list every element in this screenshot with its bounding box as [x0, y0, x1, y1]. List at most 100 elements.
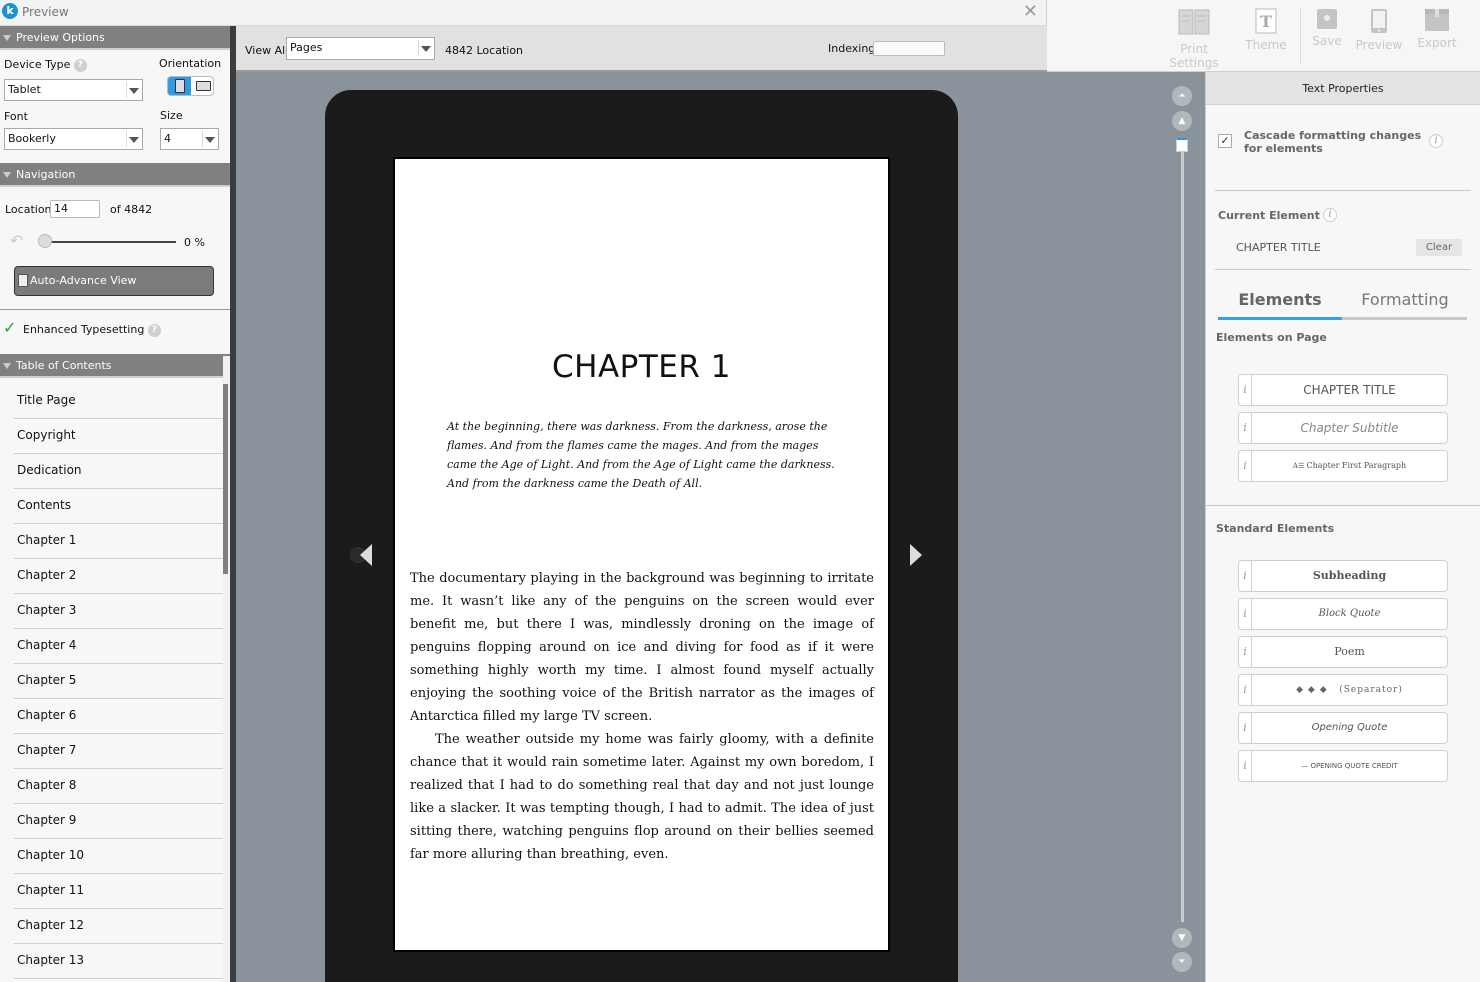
help-icon[interactable]: ? [147, 323, 161, 337]
toc-scrollbar-thumb[interactable] [223, 384, 228, 574]
cascade-checkbox[interactable]: ✓ [1218, 134, 1232, 148]
element-opening-quote-credit-button[interactable]: i — OPENING QUOTE CREDIT [1238, 750, 1448, 782]
scroll-down-button[interactable]: ▼ [1172, 928, 1192, 948]
theme-button[interactable]: T Theme [1243, 8, 1289, 52]
chapter-title[interactable]: CHAPTER 1 [395, 349, 888, 385]
window-title: Preview [22, 5, 69, 19]
toc-item[interactable]: Chapter 2 [14, 559, 223, 594]
section-title: Preview Options [16, 31, 105, 44]
export-button[interactable]: Export [1415, 8, 1459, 50]
toc-item[interactable]: Chapter 4 [14, 629, 223, 664]
element-opening-quote-button[interactable]: i Opening Quote [1238, 712, 1448, 744]
element-chapter-first-paragraph-button[interactable]: i A☰ Chapter First Paragraph [1238, 450, 1448, 482]
preview-button[interactable]: Preview [1354, 8, 1404, 52]
font-label: Font [4, 110, 28, 123]
element-poem-button[interactable]: i Poem [1238, 636, 1448, 668]
scroll-top-button[interactable]: ⏶ [1172, 86, 1192, 106]
element-block-quote-button[interactable]: i Block Quote [1238, 598, 1448, 630]
info-icon: i [1239, 751, 1252, 781]
navigation-header[interactable]: Navigation [0, 163, 230, 187]
toc-item[interactable]: Chapter 7 [14, 734, 223, 769]
toc-item[interactable]: Chapter 3 [14, 594, 223, 629]
section-title: Table of Contents [16, 359, 112, 372]
current-element-value: CHAPTER TITLE [1236, 241, 1321, 254]
standard-elements-label: Standard Elements [1216, 522, 1335, 535]
toc-item[interactable]: Contents [14, 489, 223, 524]
toc-item[interactable]: Chapter 6 [14, 699, 223, 734]
scroll-bottom-button[interactable]: ⏷ [1172, 952, 1192, 972]
info-icon: i [1239, 451, 1252, 481]
info-icon[interactable]: i [1429, 134, 1443, 148]
current-element-label: Current Element [1218, 209, 1320, 222]
toc-item[interactable]: Chapter 10 [14, 839, 223, 874]
element-chapter-title-button[interactable]: i CHAPTER TITLE [1238, 374, 1448, 406]
info-icon: i [1239, 599, 1252, 629]
preview-label: Preview [1355, 38, 1403, 52]
view-mode-select[interactable]: Pages [286, 37, 435, 60]
scroll-track[interactable] [1181, 144, 1184, 922]
device-type-select[interactable]: Tablet [4, 79, 143, 101]
preview-options-header[interactable]: Preview Options [0, 26, 230, 50]
undo-icon[interactable]: ↶ [10, 231, 23, 250]
element-subheading-button[interactable]: i Subheading [1238, 560, 1448, 592]
toc-item[interactable]: Copyright [14, 419, 223, 454]
toc-item[interactable]: Chapter 8 [14, 769, 223, 804]
divider [1215, 269, 1471, 270]
element-label: Poem [1334, 645, 1365, 658]
element-label: Subheading [1312, 569, 1387, 582]
cascade-label: Cascade formatting changes for elements [1244, 129, 1422, 155]
location-total: of 4842 [110, 203, 153, 216]
info-icon: i [1239, 713, 1252, 743]
close-icon[interactable]: ✕ [1023, 1, 1038, 22]
book-page: CHAPTER 1 At the beginning, there was da… [393, 157, 890, 952]
toc-item[interactable]: Title Page [14, 384, 223, 419]
view-mode-value: Pages [290, 41, 323, 54]
scroll-thumb[interactable] [1176, 138, 1188, 152]
element-label: — OPENING QUOTE CREDIT [1301, 762, 1398, 770]
previous-page-icon[interactable] [360, 544, 372, 566]
toc-item[interactable]: Chapter 12 [14, 909, 223, 944]
toc-item[interactable]: Chapter 1 [14, 524, 223, 559]
toc-item[interactable]: Chapter 11 [14, 874, 223, 909]
element-label: Chapter Subtitle [1300, 421, 1399, 435]
element-chapter-subtitle-button[interactable]: i Chapter Subtitle [1238, 412, 1448, 444]
toc-item[interactable]: Chapter 9 [14, 804, 223, 839]
progress-slider-knob[interactable] [38, 234, 52, 248]
theme-label: Theme [1245, 38, 1287, 52]
location-input[interactable]: 14 [50, 200, 100, 218]
element-label: Chapter First Paragraph [1306, 461, 1407, 470]
size-select[interactable]: 4 [160, 128, 219, 150]
device-type-label: Device Type ? [4, 58, 87, 72]
info-icon: i [1239, 675, 1252, 705]
font-select[interactable]: Bookerly [4, 128, 143, 150]
paragraph[interactable]: The documentary playing in the backgroun… [410, 567, 874, 728]
view-all-label: View All [245, 44, 289, 57]
save-icon [1317, 9, 1337, 29]
next-page-icon[interactable] [910, 544, 922, 566]
tablet-device-frame: CHAPTER 1 At the beginning, there was da… [325, 90, 958, 982]
scroll-up-button[interactable]: ▲ [1172, 111, 1192, 131]
portrait-icon[interactable] [168, 77, 191, 95]
clear-button[interactable]: Clear [1416, 239, 1462, 256]
toc-item[interactable]: Chapter 13 [14, 944, 223, 979]
element-separator-button[interactable]: i ◆ ◆ ◆ (Separator) [1238, 674, 1448, 706]
print-settings-button[interactable]: Print Settings [1154, 8, 1234, 70]
auto-advance-button[interactable]: Auto-Advance View [14, 266, 214, 296]
progress-slider-track[interactable] [45, 241, 176, 243]
paragraph[interactable]: The weather outside my home was fairly g… [410, 728, 874, 866]
chapter-epigraph[interactable]: At the beginning, there was darkness. Fr… [447, 417, 841, 493]
drop-cap-icon: A☰ [1292, 462, 1307, 470]
book-icon [1178, 9, 1210, 35]
title-bar: k Preview ✕ [0, 0, 1047, 26]
help-icon[interactable]: ? [73, 58, 87, 72]
info-icon[interactable]: i [1323, 208, 1337, 222]
save-button[interactable]: Save [1311, 8, 1343, 48]
toc-item[interactable]: Chapter 5 [14, 664, 223, 699]
toc-header[interactable]: Table of Contents [0, 354, 230, 378]
divider [1215, 190, 1471, 191]
toc-item[interactable]: Dedication [14, 454, 223, 489]
tab-formatting[interactable]: Formatting [1343, 290, 1467, 318]
checkmark-icon[interactable]: ✓ [3, 318, 16, 337]
tab-elements[interactable]: Elements [1218, 290, 1342, 318]
orientation-toggle[interactable] [167, 76, 214, 96]
